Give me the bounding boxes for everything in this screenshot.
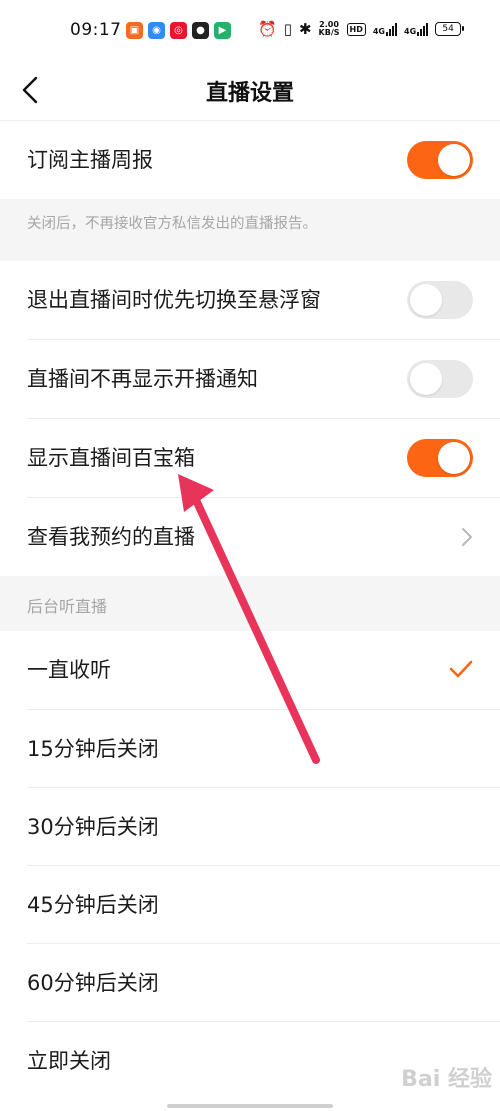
check-icon — [449, 660, 473, 678]
signal-2-label: 4G — [404, 27, 417, 36]
setting-label: 直播间不再显示开播通知 — [27, 367, 258, 391]
page-title: 直播设置 — [205, 81, 294, 106]
listen-option-45min[interactable]: 45分钟后关闭 — [0, 866, 500, 944]
setting-row-my-reservations[interactable]: 查看我预约的直播 — [0, 498, 500, 576]
option-label: 60分钟后关闭 — [27, 971, 159, 995]
weekly-report-toggle[interactable] — [407, 141, 473, 179]
signal-1: 4G — [373, 22, 397, 36]
option-label: 一直收听 — [27, 658, 111, 682]
weekly-report-hint-band: 关闭后，不再接收官方私信发出的直播报告。 — [0, 199, 500, 261]
setting-label: 查看我预约的直播 — [27, 525, 195, 549]
option-label: 30分钟后关闭 — [27, 815, 159, 839]
setting-label: 退出直播间时优先切换至悬浮窗 — [27, 288, 321, 312]
signal-bars-icon — [417, 22, 429, 36]
hide-notice-toggle[interactable] — [407, 360, 473, 398]
network-speed: 2.00 KB/S — [319, 21, 340, 37]
listen-option-always[interactable]: 一直收听 — [0, 631, 500, 709]
option-label: 45分钟后关闭 — [27, 893, 159, 917]
weibo-icon: ◎ — [170, 22, 187, 39]
section-title: 后台听直播 — [27, 597, 108, 616]
listen-option-15min[interactable]: 15分钟后关闭 — [0, 710, 500, 788]
bluetooth-icon: ✱ — [298, 20, 312, 38]
app-icon-2: ◉ — [148, 22, 165, 39]
toggle-knob — [438, 442, 470, 474]
setting-label: 订阅主播周报 — [27, 148, 153, 172]
status-bar: 09:17 ▣ ◉ ◎ ● ▶ ⏰ ▯ ✱ 2.00 KB/S HD 4G 4G… — [0, 0, 500, 62]
treasure-box-toggle[interactable] — [407, 439, 473, 477]
status-app-icons: ▣ ◉ ◎ ● ▶ — [126, 22, 231, 39]
signal-1-label: 4G — [372, 27, 385, 36]
alarm-icon: ⏰ — [258, 20, 277, 38]
setting-row-weekly-report: 订阅主播周报 — [0, 121, 500, 199]
vibrate-icon: ▯ — [283, 20, 292, 38]
home-indicator[interactable] — [167, 1104, 333, 1108]
toggle-knob — [410, 284, 442, 316]
status-time: 09:17 — [70, 20, 122, 40]
option-label: 15分钟后关闭 — [27, 737, 159, 761]
app-icon-1: ▣ — [126, 22, 143, 39]
setting-label: 显示直播间百宝箱 — [27, 446, 195, 470]
watermark: Bai 经验 — [401, 1067, 492, 1092]
listen-option-30min[interactable]: 30分钟后关闭 — [0, 788, 500, 866]
section-header-background-listen: 后台听直播 — [0, 576, 500, 631]
chevron-right-icon — [462, 528, 472, 546]
setting-row-floating-window: 退出直播间时优先切换至悬浮窗 — [0, 261, 500, 339]
toggle-knob — [438, 144, 470, 176]
signal-2: 4G — [404, 22, 429, 36]
app-icon-4: ● — [192, 22, 209, 39]
weekly-report-hint: 关闭后，不再接收官方私信发出的直播报告。 — [27, 216, 317, 232]
hd-badge: HD — [346, 22, 366, 36]
app-icon-5: ▶ — [214, 22, 231, 39]
option-label: 立即关闭 — [27, 1049, 111, 1073]
floating-window-toggle[interactable] — [407, 281, 473, 319]
toggle-knob — [410, 363, 442, 395]
listen-option-60min[interactable]: 60分钟后关闭 — [0, 944, 500, 1022]
nav-bar: 直播设置 — [0, 62, 500, 120]
battery-icon: 54 — [435, 22, 465, 36]
signal-bars-icon — [386, 22, 397, 36]
network-speed-unit: KB/S — [318, 28, 340, 37]
setting-row-hide-notice: 直播间不再显示开播通知 — [0, 340, 500, 418]
status-right-icons: ⏰ ▯ ✱ 2.00 KB/S HD 4G 4G 54 — [258, 20, 465, 38]
setting-row-treasure-box: 显示直播间百宝箱 — [0, 419, 500, 497]
